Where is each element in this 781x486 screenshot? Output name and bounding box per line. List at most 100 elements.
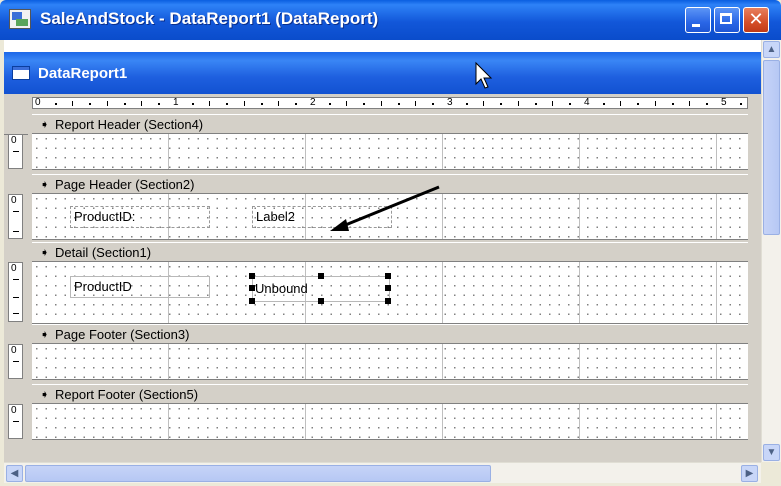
section-label: Page Header (Section2): [55, 177, 195, 192]
ruler-tick: [13, 151, 19, 152]
grid-line: [442, 134, 443, 169]
ruler-tick: [226, 103, 229, 105]
section-body-page-footer[interactable]: [32, 344, 748, 380]
resize-handle[interactable]: [249, 273, 255, 279]
grid-line: [168, 344, 169, 379]
resize-handle[interactable]: [385, 298, 391, 304]
resize-handle[interactable]: [249, 285, 255, 291]
scroll-left-button[interactable]: ◀: [6, 465, 23, 482]
scroll-down-button[interactable]: ▼: [763, 444, 780, 461]
vertical-scroll-thumb[interactable]: [763, 60, 780, 235]
vertical-scrollbar[interactable]: ▲ ▼: [761, 40, 781, 462]
horizontal-scroll-thumb[interactable]: [25, 465, 491, 482]
scroll-right-button[interactable]: ▶: [741, 465, 758, 482]
report-titlebar[interactable]: DataReport1: [4, 52, 761, 94]
report-icon: [12, 66, 30, 80]
resize-handle[interactable]: [318, 273, 324, 279]
section-band-report-footer[interactable]: ➧ Report Footer (Section5): [32, 384, 748, 404]
vertical-ruler: 0: [8, 194, 23, 239]
ruler-tick: [568, 103, 571, 105]
grid-line: [442, 262, 443, 323]
textbox-productid[interactable]: ProductID: [70, 276, 210, 298]
app-icon[interactable]: [9, 9, 31, 29]
ruler-tick: [260, 103, 263, 105]
section-body-detail[interactable]: ProductID Unbound: [32, 262, 748, 324]
resize-handle[interactable]: [385, 273, 391, 279]
minimize-button[interactable]: [685, 7, 711, 33]
ruler-tick: [209, 101, 211, 106]
ruler-tick: [346, 101, 348, 106]
grid-line: [716, 134, 717, 169]
vertical-ruler: 0: [8, 134, 23, 169]
section-body-report-header[interactable]: [32, 134, 748, 170]
ruler-tick: [13, 313, 19, 314]
ruler-mark-1: 1: [173, 97, 179, 108]
ruler-tick: [534, 103, 537, 105]
ruler-tick: [740, 103, 743, 105]
vertical-ruler-zero: 0: [11, 195, 17, 206]
section-body-page-header[interactable]: ProductID: Label2: [32, 194, 748, 240]
ruler-tick: [551, 101, 553, 106]
grid-line: [442, 404, 443, 439]
section-collapse-arrow-icon: ➧: [40, 246, 50, 259]
ruler-mark-5: 5: [721, 97, 727, 108]
label-text: Label2: [256, 209, 296, 224]
grid-line: [168, 134, 169, 169]
maximize-button[interactable]: [714, 7, 740, 33]
close-button[interactable]: ✕: [743, 7, 769, 33]
horizontal-ruler: 0 1 2 3 4 5: [32, 97, 748, 109]
window-titlebar[interactable]: SaleAndStock - DataReport1 (DataReport) …: [0, 0, 781, 40]
vertical-ruler-zero: 0: [11, 405, 17, 416]
section-body-report-footer[interactable]: [32, 404, 748, 440]
label-label2[interactable]: Label2: [252, 206, 392, 228]
ruler-tick: [140, 101, 142, 106]
ruler-tick: [380, 101, 382, 106]
ruler-tick: [13, 211, 19, 212]
vertical-ruler: 0: [8, 262, 23, 322]
ruler-mark-0: 0: [35, 97, 41, 108]
ruler-mark-3: 3: [447, 97, 453, 108]
section-band-detail[interactable]: ➧ Detail (Section1): [32, 242, 748, 262]
ruler-tick: [329, 103, 332, 105]
resize-handle[interactable]: [249, 298, 255, 304]
ruler-tick: [243, 101, 245, 106]
vertical-ruler: 0: [8, 344, 23, 379]
ruler-tick: [397, 103, 400, 105]
ruler-tick: [654, 101, 656, 106]
window-title: SaleAndStock - DataReport1 (DataReport): [40, 9, 379, 28]
ruler-tick: [55, 103, 58, 105]
grid-line: [305, 404, 306, 439]
resize-grip-icon[interactable]: [761, 462, 781, 482]
section-band-page-header[interactable]: ➧ Page Header (Section2): [32, 174, 748, 194]
section-collapse-arrow-icon: ➧: [40, 388, 50, 401]
resize-handle[interactable]: [385, 285, 391, 291]
report-title: DataReport1: [38, 65, 128, 82]
ruler-tick: [294, 103, 297, 105]
label-text: ProductID:: [74, 209, 136, 224]
grid-line: [305, 344, 306, 379]
section-band-page-footer[interactable]: ➧ Page Footer (Section3): [32, 324, 748, 344]
section-band-report-header[interactable]: ➧ Report Header (Section4): [32, 114, 748, 134]
resize-handle[interactable]: [318, 298, 324, 304]
design-surface: 0 1 2 3 4 5 ➧ Report Header (Section4) 0: [4, 94, 761, 462]
grid-line: [305, 134, 306, 169]
label-productid-caption[interactable]: ProductID:: [70, 206, 210, 228]
scroll-up-button[interactable]: ▲: [763, 41, 780, 58]
ruler-tick: [500, 103, 503, 105]
ruler-tick: [72, 101, 74, 106]
app-window: SaleAndStock - DataReport1 (DataReport) …: [0, 0, 781, 486]
vertical-ruler-zero: 0: [11, 345, 17, 356]
grid-line: [168, 404, 169, 439]
ruler-tick: [671, 103, 674, 105]
textbox-text: ProductID: [74, 279, 132, 294]
ruler-tick: [620, 101, 622, 106]
grid-line: [716, 404, 717, 439]
section-label: Report Header (Section4): [55, 117, 204, 132]
vertical-ruler-zero: 0: [11, 135, 17, 146]
grid-line: [716, 344, 717, 379]
section-collapse-arrow-icon: ➧: [40, 178, 50, 191]
vertical-ruler: 0: [8, 404, 23, 439]
ruler-tick: [637, 103, 640, 105]
ruler-tick: [13, 297, 19, 298]
horizontal-scrollbar[interactable]: ◀ ▶: [4, 462, 761, 483]
